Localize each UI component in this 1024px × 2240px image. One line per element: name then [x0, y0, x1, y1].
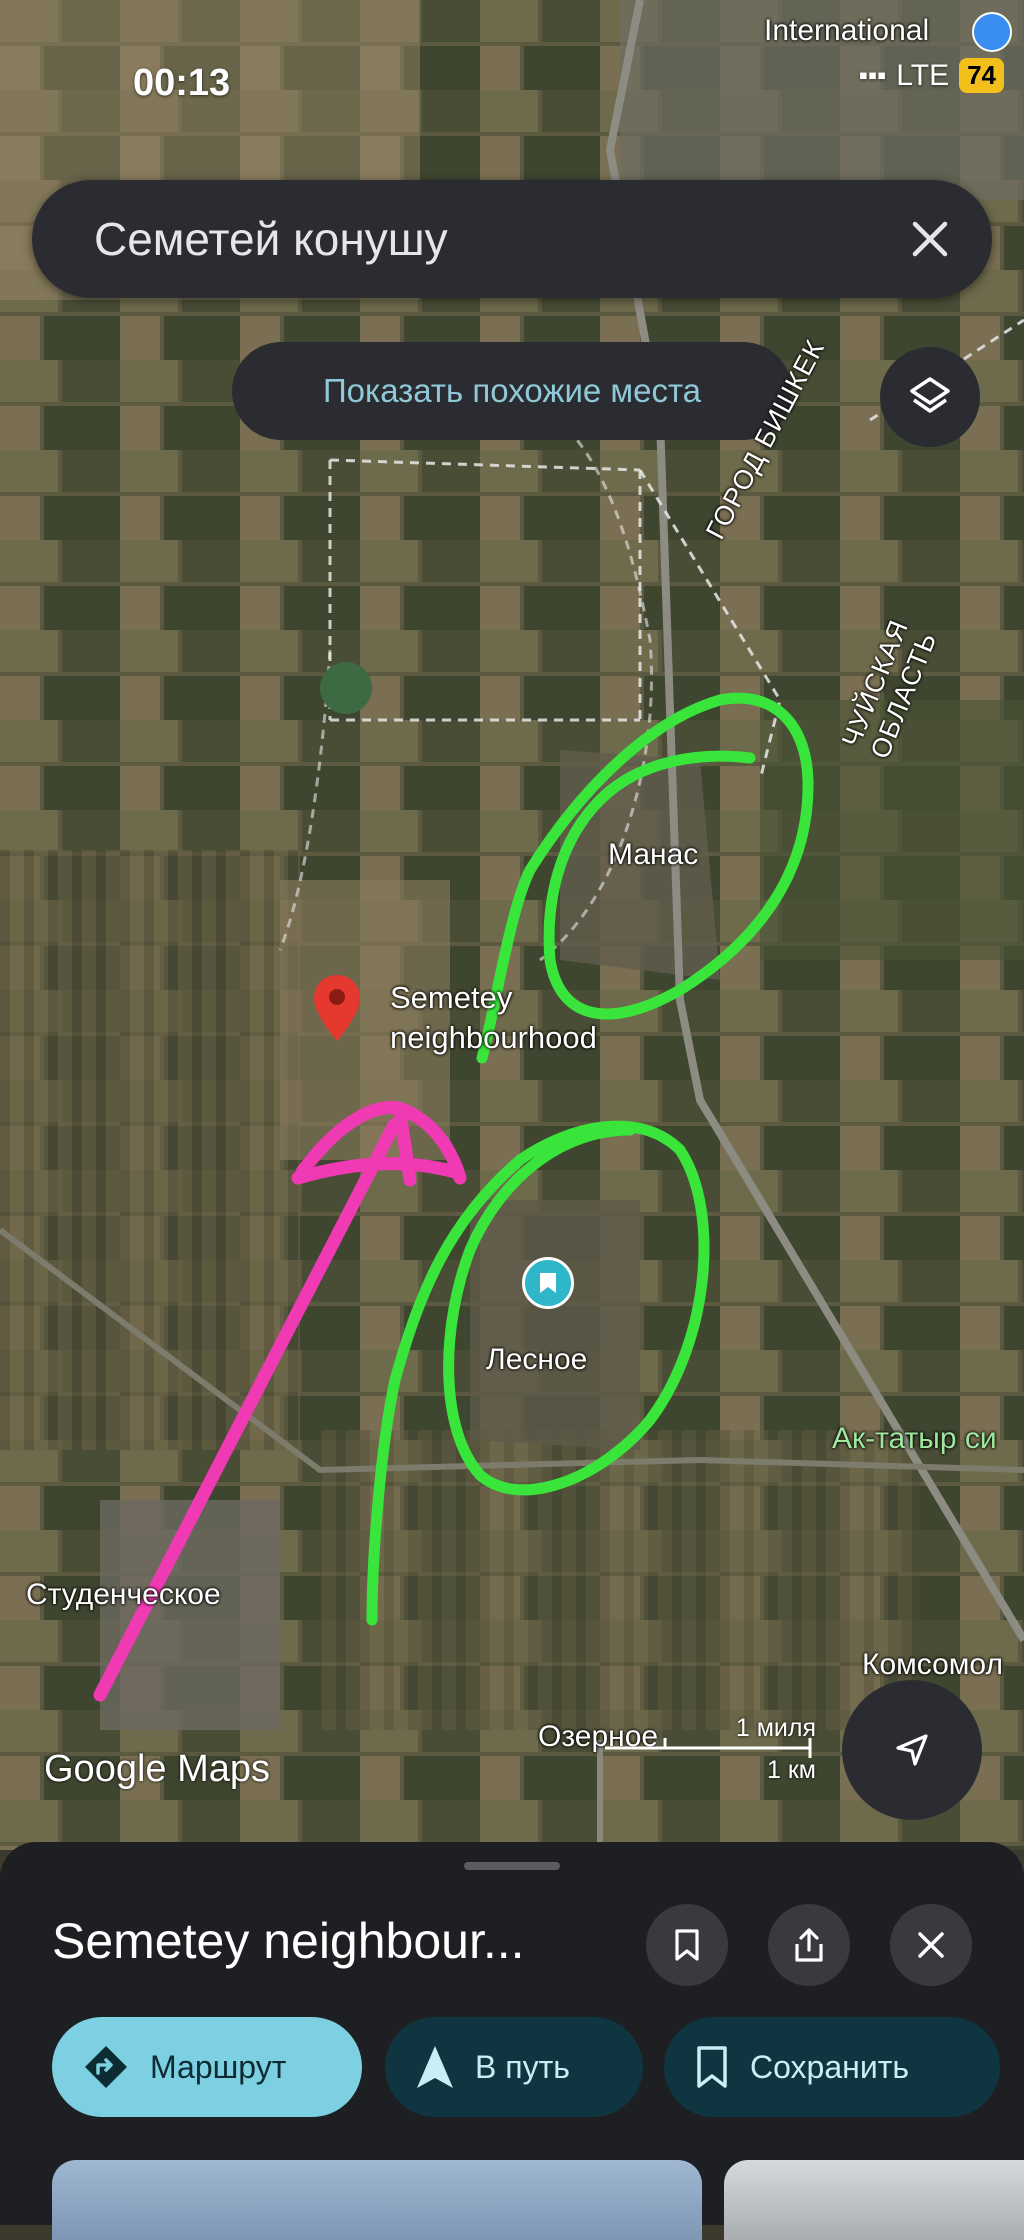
map-label-airport: International [764, 14, 930, 47]
close-sheet-button[interactable] [890, 1904, 972, 1986]
scale-bar: 1 миля 1 км [605, 1708, 820, 1784]
navigation-arrow-icon [896, 1734, 928, 1766]
bookmark-button[interactable] [646, 1904, 728, 1986]
map-label-lesnoe: Лесное [486, 1343, 588, 1376]
airport-pin-icon [972, 12, 1012, 52]
clear-search-button[interactable] [890, 199, 970, 279]
drag-handle[interactable] [464, 1862, 560, 1870]
place-photo-1[interactable] [52, 2160, 702, 2240]
satellite-map[interactable]: 00:13 ▪▪▪ LTE 74 International Семетей к… [0, 0, 1024, 1850]
place-title: Semetey neighbour... [52, 1913, 525, 1969]
layers-icon [910, 377, 950, 413]
map-label-ak-tatyr: Ак-татыр си [832, 1422, 997, 1455]
status-time: 00:13 [133, 62, 231, 104]
status-icons: ▪▪▪ LTE 74 [859, 58, 1004, 93]
bookmark-pin-icon [540, 1273, 556, 1293]
search-query[interactable]: Семетей конушу [94, 212, 890, 266]
place-bottom-sheet[interactable]: Semetey neighbour... Маршрут В путь Сохр… [0, 1842, 1024, 2240]
google-maps-logo: Google Maps [44, 1748, 271, 1790]
route-button[interactable]: Маршрут [52, 2017, 362, 2117]
show-similar-places-button[interactable]: Показать похожие места [232, 342, 792, 440]
save-button[interactable]: Сохранить [664, 2017, 1000, 2117]
navigation-icon [415, 2044, 455, 2090]
route-button-label: Маршрут [150, 2048, 287, 2085]
save-button-label: Сохранить [750, 2048, 910, 2085]
layers-button[interactable] [880, 347, 980, 447]
my-location-button[interactable] [842, 1680, 982, 1820]
poi-marker-lesnoe[interactable] [522, 1257, 574, 1309]
map-label-komsomol: Комсомол [862, 1648, 1003, 1681]
map-label-manas: Манас [608, 838, 699, 871]
red-pin-icon [314, 975, 360, 1041]
pin-label: Semetey neighbourhood [390, 978, 597, 1058]
start-button[interactable]: В путь [385, 2017, 643, 2117]
bookmark-icon [694, 2045, 730, 2089]
bookmark-icon [675, 1929, 699, 1961]
share-icon [795, 1928, 823, 1962]
close-icon [918, 1932, 944, 1958]
location-pin[interactable] [312, 973, 362, 1048]
network-type: LTE [896, 58, 950, 92]
start-button-label: В путь [475, 2048, 570, 2085]
search-bar[interactable]: Семетей конушу [32, 180, 992, 298]
pin-label-line2: neighbourhood [390, 1020, 597, 1055]
pin-label-line1: Semetey [390, 980, 513, 1015]
signal-icon: ▪▪▪ [858, 60, 887, 90]
close-icon [912, 221, 948, 257]
share-button[interactable] [768, 1904, 850, 1986]
map-label-studencheskoe: Студенческое [26, 1578, 221, 1611]
place-photo-2[interactable] [724, 2160, 1024, 2240]
battery-level: 74 [959, 58, 1004, 93]
scale-km: 1 км [767, 1756, 816, 1784]
directions-icon [82, 2043, 130, 2091]
